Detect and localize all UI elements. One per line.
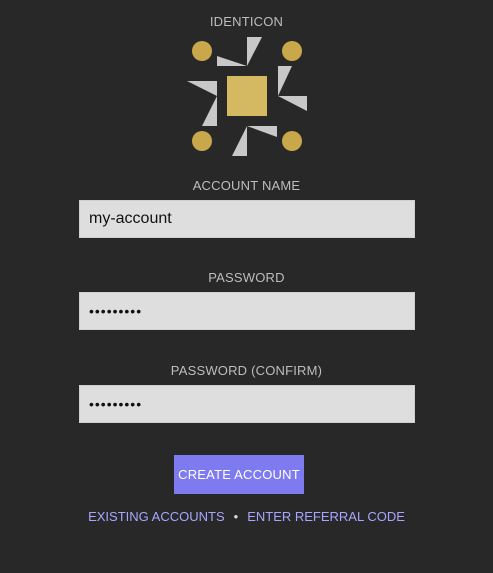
- identicon-circle-top-left: [192, 41, 212, 61]
- account-name-input[interactable]: [79, 200, 415, 238]
- create-account-button[interactable]: CREATE ACCOUNT: [174, 455, 304, 494]
- identicon-circle-top-right: [282, 41, 302, 61]
- identicon-triangle-right-a: [278, 66, 292, 96]
- identicon-triangle-top-b: [247, 37, 262, 66]
- identicon-triangle-right-b: [278, 96, 307, 111]
- identicon-circle-bottom-left: [192, 131, 212, 151]
- password-confirm-input[interactable]: [79, 385, 415, 423]
- identicon-center-square: [227, 76, 267, 116]
- identicon-circle-bottom-right: [282, 131, 302, 151]
- identicon-icon: [187, 37, 307, 156]
- identicon: [186, 35, 308, 157]
- existing-accounts-link[interactable]: EXISTING ACCOUNTS: [88, 509, 225, 524]
- password-label: PASSWORD: [208, 270, 285, 285]
- identicon-triangle-left-b: [202, 96, 217, 126]
- identicon-triangle-left-a: [187, 81, 217, 96]
- identicon-label: IDENTICON: [209, 14, 284, 29]
- footer-links: EXISTING ACCOUNTS • ENTER REFERRAL CODE: [0, 509, 493, 524]
- identicon-triangle-top-a: [217, 56, 247, 66]
- password-confirm-label: PASSWORD (CONFIRM): [170, 363, 323, 378]
- enter-referral-code-link[interactable]: ENTER REFERRAL CODE: [247, 509, 405, 524]
- link-separator: •: [233, 509, 239, 524]
- password-input[interactable]: [79, 292, 415, 330]
- identicon-triangle-bottom-b: [232, 126, 247, 156]
- account-name-label: ACCOUNT NAME: [192, 178, 301, 193]
- identicon-triangle-bottom-a: [247, 126, 277, 137]
